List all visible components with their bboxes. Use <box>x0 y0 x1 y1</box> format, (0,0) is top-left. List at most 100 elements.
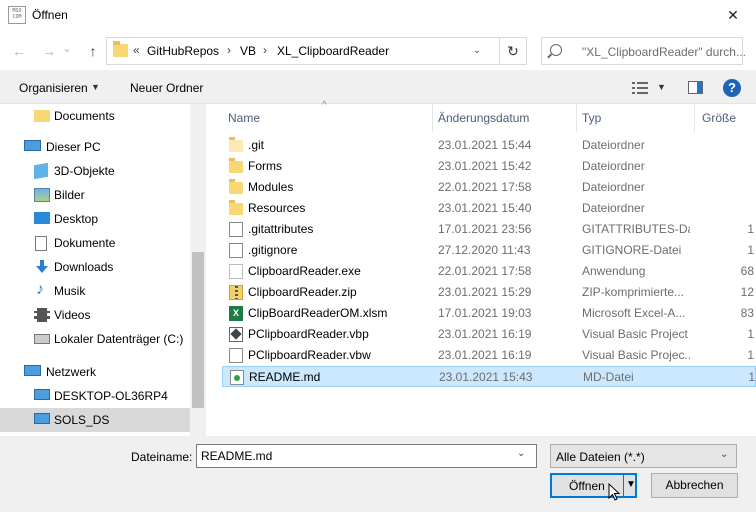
nav-item-bilder[interactable]: Bilder <box>0 183 190 207</box>
nav-item-desktop[interactable]: Desktop <box>0 207 190 231</box>
up-button[interactable]: ↑ <box>82 39 104 63</box>
new-folder-button[interactable]: Neuer Ordner <box>130 81 203 95</box>
file-name: Modules <box>248 180 294 194</box>
file-type: Visual Basic Project <box>582 327 688 341</box>
file-name: Resources <box>248 201 306 215</box>
file-row[interactable]: ClipboardReader.zip 23.01.2021 15:29 ZIP… <box>222 282 756 303</box>
nav-item-3d-objekte[interactable]: 3D-Objekte <box>0 159 190 183</box>
nav-item-musik[interactable]: ♪ Musik <box>0 279 190 303</box>
organize-button[interactable]: Organisieren <box>19 81 88 95</box>
file-date: 27.12.2020 11:43 <box>438 243 531 257</box>
file-type: Dateiordner <box>582 180 645 194</box>
file-row[interactable]: Forms 23.01.2021 15:42 Dateiordner <box>222 156 756 177</box>
nav-item-dokumente[interactable]: Dokumente <box>0 231 190 255</box>
nav-item-label: Netzwerk <box>46 365 97 379</box>
column-header-name[interactable]: Name <box>228 111 260 125</box>
file-name: ClipboardReader.zip <box>248 285 357 299</box>
file-row[interactable]: .git 23.01.2021 15:44 Dateiordner <box>222 135 756 156</box>
file-row[interactable]: PClipboardReader.vbw 23.01.2021 16:19 Vi… <box>222 345 756 366</box>
breadcrumb-separator[interactable]: › <box>227 43 231 57</box>
breadcrumb-separator[interactable]: › <box>263 43 267 57</box>
chevron-down-icon: ⌄ <box>472 45 482 56</box>
nav-scrollbar-thumb[interactable] <box>192 252 204 408</box>
nav-item-netzwerk[interactable]: Netzwerk <box>0 360 190 384</box>
file-type: ZIP-komprimierte... <box>582 285 685 299</box>
file-row[interactable]: Resources 23.01.2021 15:40 Dateiordner <box>222 198 756 219</box>
search-input[interactable]: "XL_ClipboardReader" durch... <box>541 37 746 65</box>
file-row[interactable]: .gitignore 27.12.2020 11:43 GITIGNORE-Da… <box>222 240 756 261</box>
back-button[interactable]: ← <box>8 39 30 63</box>
music-icon: ♪ <box>36 281 44 298</box>
nav-item-videos[interactable]: Videos <box>0 303 190 327</box>
breadcrumb-vb[interactable]: VB <box>240 44 256 58</box>
help-icon[interactable]: ? <box>723 79 741 97</box>
file-row[interactable]: X ClipBoardReaderOM.xlsm 17.01.2021 19:0… <box>222 303 756 324</box>
chevron-down-icon[interactable]: ⌄ <box>720 449 728 460</box>
file-name: ClipboardReader.exe <box>248 264 361 278</box>
view-options-icon[interactable] <box>632 82 648 94</box>
chevron-down-icon: ⌄ <box>62 43 72 55</box>
file-row[interactable]: ClipboardReader.exe 22.01.2021 17:58 Anw… <box>222 261 756 282</box>
document-icon <box>229 222 243 237</box>
history-button[interactable]: ⌄ <box>60 37 74 61</box>
file-row[interactable]: .gitattributes 17.01.2021 23:56 GITATTRI… <box>222 219 756 240</box>
excel-icon: X <box>229 306 243 321</box>
nav-item-desktop-ol36rp4[interactable]: DESKTOP-OL36RP4 <box>0 384 190 408</box>
file-type: GITATTRIBUTES-Da... <box>582 222 690 236</box>
file-size: 1 <box>747 348 754 362</box>
nav-item-sols-ds[interactable]: SOLS_DS <box>0 408 190 432</box>
column-divider[interactable] <box>432 104 433 132</box>
column-divider[interactable] <box>576 104 577 132</box>
breadcrumb-xl-clipboardreader[interactable]: XL_ClipboardReader <box>277 44 389 58</box>
caret-down-icon[interactable]: ▼ <box>91 82 100 92</box>
refresh-icon: ↻ <box>507 43 519 59</box>
file-row[interactable]: Modules 22.01.2021 17:58 Dateiordner <box>222 177 756 198</box>
file-date: 22.01.2021 17:58 <box>438 180 532 194</box>
nav-item-lokaler-datentraeger[interactable]: Lokaler Datenträger (C:) <box>0 327 190 351</box>
address-dropdown-button[interactable]: ⌄ <box>463 37 491 65</box>
close-button[interactable]: ✕ <box>710 0 756 30</box>
caret-down-icon[interactable]: ▼ <box>626 479 636 490</box>
file-type-filter[interactable]: Alle Dateien (*.*) <box>550 444 737 468</box>
file-row-selected[interactable]: README.md 23.01.2021 15:43 MD-Datei 1 <box>222 366 756 387</box>
nav-item-dieser-pc[interactable]: Dieser PC <box>0 135 190 159</box>
column-header-size[interactable]: Größe <box>702 111 736 125</box>
zip-icon <box>229 285 243 300</box>
file-row[interactable]: PClipboardReader.vbp 23.01.2021 16:19 Vi… <box>222 324 756 345</box>
file-date: 23.01.2021 15:44 <box>438 138 532 152</box>
nav-item-label: Documents <box>54 109 115 123</box>
preview-pane-icon[interactable] <box>688 81 703 94</box>
cancel-button[interactable]: Abbrechen <box>651 473 738 498</box>
file-name: .gitignore <box>248 243 298 257</box>
open-button[interactable]: Öffnen ▼ <box>550 473 637 498</box>
filename-input[interactable]: README.md <box>196 444 537 468</box>
navigation-pane[interactable]: Documents Dieser PC 3D-Objekte Bilder De… <box>0 104 206 436</box>
nav-item-downloads[interactable]: Downloads <box>0 255 190 279</box>
refresh-button[interactable]: ↻ <box>499 37 527 65</box>
caret-down-icon[interactable]: ▼ <box>657 82 666 92</box>
file-name: PClipboardReader.vbw <box>248 348 371 362</box>
file-type: Anwendung <box>582 264 646 278</box>
video-icon <box>34 308 50 322</box>
filename-label: Dateiname: <box>131 450 193 464</box>
nav-item-documents[interactable]: Documents <box>0 104 190 128</box>
pc-icon <box>24 140 41 151</box>
arrow-up-icon: ↑ <box>89 43 97 59</box>
breadcrumb-githubrepos[interactable]: GitHubRepos <box>147 44 219 58</box>
column-header-type[interactable]: Typ <box>582 111 601 125</box>
file-name: ClipBoardReaderOM.xlsm <box>248 306 388 320</box>
cube-icon <box>34 162 48 180</box>
window-title: Öffnen <box>32 8 68 22</box>
chevron-down-icon[interactable]: ⌄ <box>517 448 525 459</box>
file-list[interactable]: ^ Name Änderungsdatum Typ Größe .git 23.… <box>206 100 756 436</box>
file-type: GITIGNORE-Datei <box>582 243 682 257</box>
mouse-cursor-icon <box>608 483 620 501</box>
column-header-date[interactable]: Änderungsdatum <box>438 111 529 125</box>
column-divider[interactable] <box>694 104 695 132</box>
file-date: 23.01.2021 15:40 <box>438 201 532 215</box>
nav-item-label: Dokumente <box>54 236 116 250</box>
file-date: 23.01.2021 15:43 <box>439 370 533 384</box>
forward-button[interactable]: → <box>38 39 60 63</box>
document-icon <box>229 243 243 258</box>
breadcrumb-overflow[interactable]: « <box>133 43 140 57</box>
